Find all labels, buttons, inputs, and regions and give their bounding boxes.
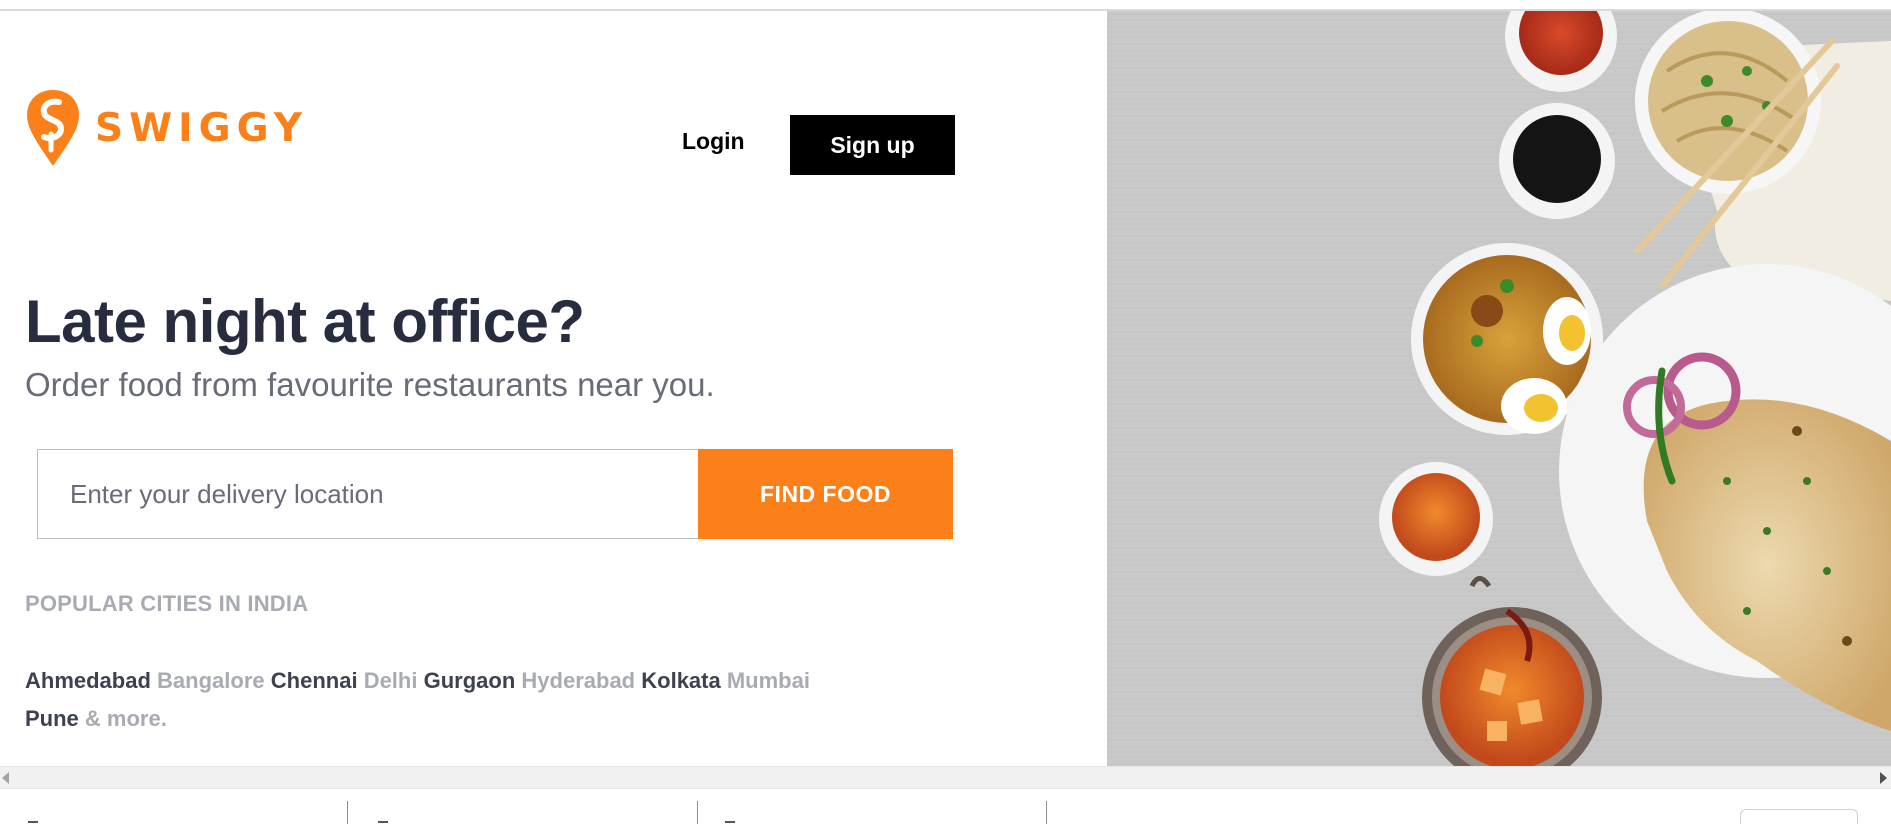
strip-divider: [697, 801, 698, 824]
strip-mark: [28, 821, 38, 823]
popular-cities-heading: POPULAR CITIES IN INDIA: [25, 591, 309, 616]
window-top-rule: [0, 0, 1891, 11]
food-platter-image: [1107, 11, 1891, 766]
find-food-button[interactable]: FIND FOOD: [698, 449, 953, 539]
location-search-form: FIND FOOD: [37, 449, 953, 539]
strip-divider: [1046, 801, 1047, 824]
login-link[interactable]: Login: [682, 128, 745, 155]
city-link-pune[interactable]: Pune: [25, 706, 79, 731]
more-cities-link[interactable]: & more.: [85, 706, 167, 731]
scroll-left-arrow-icon[interactable]: [2, 772, 9, 784]
city-link-chennai[interactable]: Chennai: [271, 668, 358, 693]
strip-divider: [347, 801, 348, 824]
next-section-peek: [0, 788, 1891, 824]
city-link-mumbai[interactable]: Mumbai: [727, 668, 810, 693]
swiggy-logo-icon: [27, 90, 79, 166]
swiggy-logo[interactable]: SWIGGY: [25, 88, 308, 168]
city-link-gurgaon[interactable]: Gurgaon: [424, 668, 516, 693]
strip-mark: [725, 821, 735, 823]
city-link-kolkata[interactable]: Kolkata: [641, 668, 720, 693]
strip-mark: [378, 821, 388, 823]
scroll-right-arrow-icon[interactable]: [1880, 772, 1887, 784]
horizontal-scrollbar[interactable]: [0, 766, 1891, 788]
brand-name: SWIGGY: [95, 105, 309, 151]
hero-subheadline: Order food from favourite restaurants ne…: [25, 366, 715, 403]
city-link-ahmedabad[interactable]: Ahmedabad: [25, 668, 151, 693]
delivery-location-input[interactable]: [37, 449, 698, 539]
signup-button[interactable]: Sign up: [790, 115, 955, 175]
food-platter-illustration: [1107, 11, 1891, 766]
city-link-hyderabad[interactable]: Hyderabad: [521, 668, 635, 693]
strip-box: [1740, 809, 1858, 824]
city-link-delhi[interactable]: Delhi: [364, 668, 418, 693]
hero-headline: Late night at office?: [25, 288, 585, 355]
popular-cities-list: Ahmedabad Bangalore Chennai Delhi Gurgao…: [25, 662, 855, 738]
city-link-bangalore[interactable]: Bangalore: [157, 668, 265, 693]
